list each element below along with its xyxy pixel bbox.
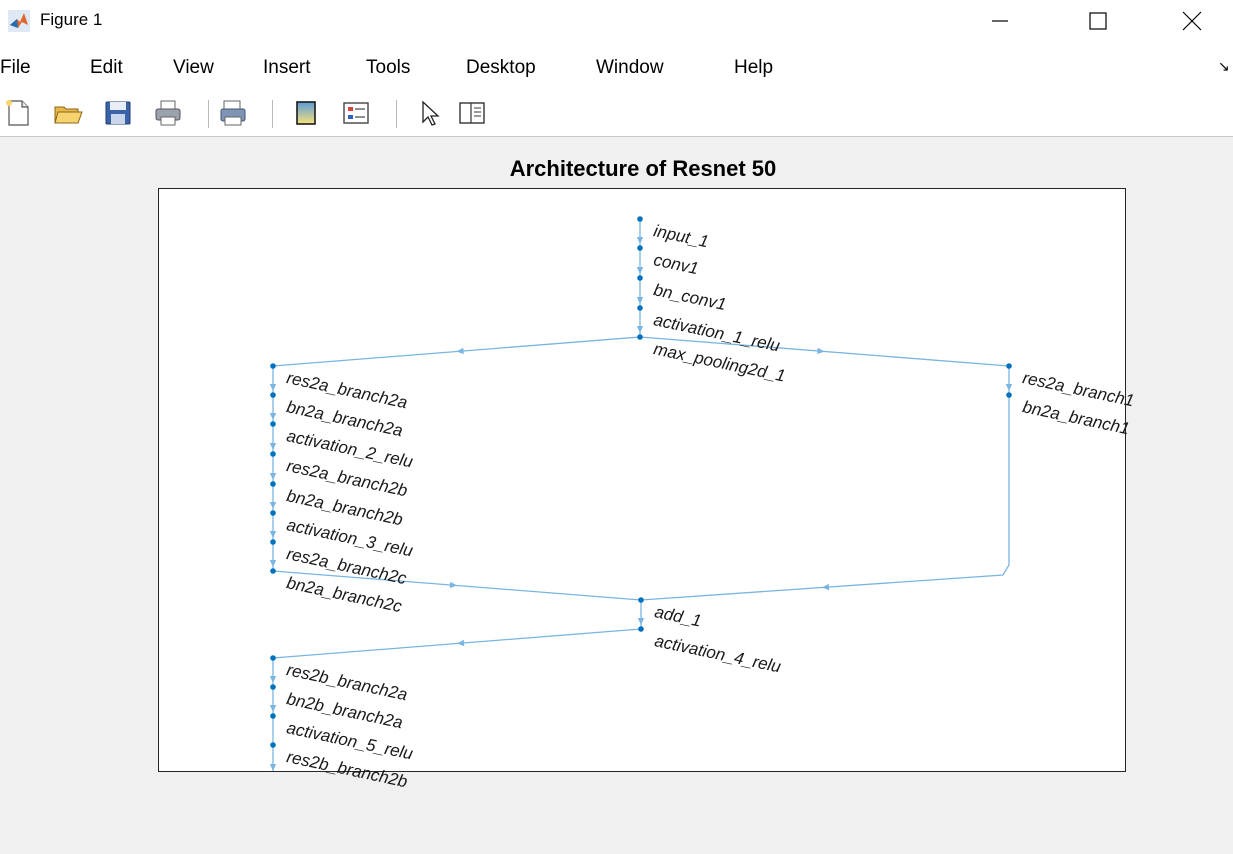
edge-arrowhead: [636, 267, 644, 274]
graph-node[interactable]: [270, 451, 276, 457]
node-label: input_1: [652, 221, 711, 251]
edge-arrowhead: [269, 531, 277, 538]
graph-node[interactable]: [637, 216, 643, 222]
graph-node[interactable]: [270, 510, 276, 516]
node-label: activation_4_relu: [653, 631, 783, 676]
edge-arrowhead: [636, 237, 644, 244]
graph-node[interactable]: [270, 742, 276, 748]
edge-arrowhead: [269, 502, 277, 509]
edge-arrowhead: [817, 347, 825, 355]
edge-arrowhead: [457, 639, 465, 647]
edge-arrowhead: [636, 297, 644, 304]
graph-node[interactable]: [637, 334, 643, 340]
graph-node[interactable]: [638, 597, 644, 603]
graph-node[interactable]: [270, 363, 276, 369]
node-label: bn_conv1: [652, 280, 728, 314]
graph-node[interactable]: [637, 245, 643, 251]
graph-node[interactable]: [270, 568, 276, 574]
graph-node[interactable]: [270, 539, 276, 545]
node-label: add_1: [653, 602, 703, 630]
edge-arrowhead: [269, 473, 277, 480]
edge-arrowhead: [456, 347, 464, 355]
graph-node[interactable]: [270, 713, 276, 719]
graph-node[interactable]: [637, 305, 643, 311]
node-label: conv1: [652, 250, 700, 278]
graph-node[interactable]: [270, 392, 276, 398]
edge-arrowhead: [269, 560, 277, 567]
graph-node[interactable]: [1006, 392, 1012, 398]
network-graph: input_1conv1bn_conv1activation_1_relumax…: [269, 216, 1136, 791]
graph-node[interactable]: [637, 275, 643, 281]
edge-arrowhead: [269, 413, 277, 420]
graph-edge: [640, 395, 1010, 601]
edge-arrowhead: [1005, 384, 1013, 391]
graph-node[interactable]: [270, 655, 276, 661]
edge-arrowhead: [269, 384, 277, 391]
edge-arrowhead: [269, 676, 277, 683]
graph-node[interactable]: [270, 481, 276, 487]
graph-node[interactable]: [270, 421, 276, 427]
graph-node[interactable]: [270, 684, 276, 690]
edge-arrowhead: [269, 705, 277, 712]
graph-node[interactable]: [1006, 363, 1012, 369]
edge-arrowhead: [269, 764, 277, 771]
edge-arrowhead: [636, 326, 644, 333]
graph-node[interactable]: [638, 626, 644, 632]
edge-arrowhead: [449, 581, 457, 589]
edge-arrowhead: [269, 443, 277, 450]
edge-arrowhead: [822, 583, 830, 591]
edge-arrowhead: [637, 618, 645, 625]
